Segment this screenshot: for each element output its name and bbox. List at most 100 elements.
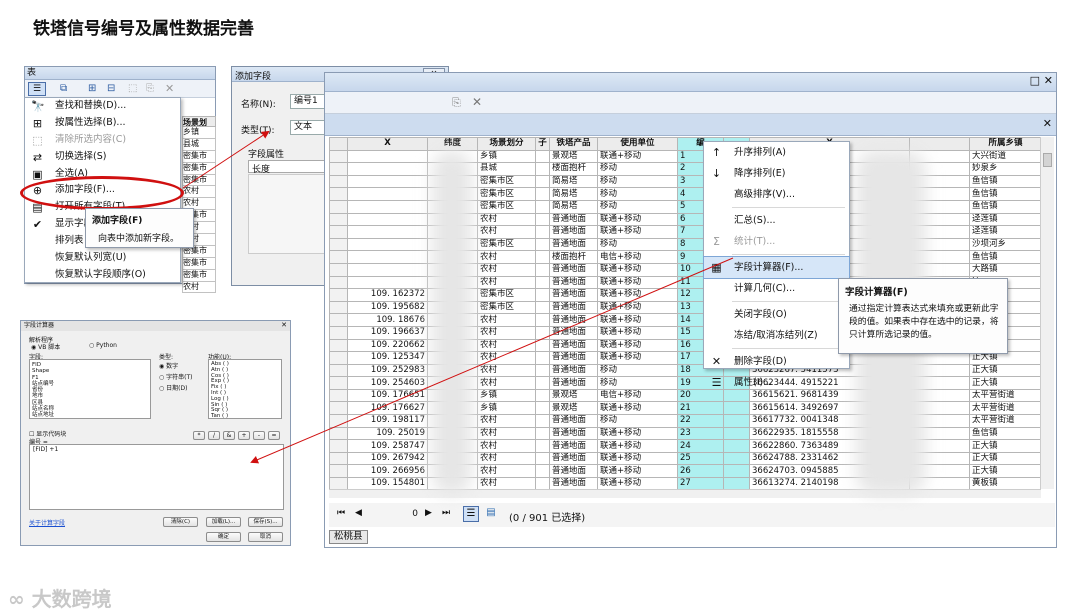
table-cell[interactable]	[329, 187, 348, 201]
table-cell[interactable]: 联通+移动	[597, 451, 678, 466]
table-cell[interactable]: 移动	[597, 174, 678, 189]
menu-item[interactable]: 汇总(S)...	[704, 210, 849, 231]
table-cell[interactable]: 乡镇	[477, 388, 536, 403]
scroll-thumb[interactable]	[1043, 153, 1052, 167]
calc-cancel-button[interactable]: 取消	[248, 532, 283, 542]
table-cell[interactable]: 农村	[477, 225, 536, 239]
table-tab[interactable]: 松桃县	[329, 530, 368, 544]
operator-button[interactable]: /	[208, 431, 220, 440]
vertical-scrollbar[interactable]	[1040, 137, 1054, 489]
table-cell[interactable]: 普通地面	[549, 439, 598, 453]
table-cell[interactable]	[329, 464, 348, 479]
table-cell[interactable]	[723, 477, 750, 489]
next-record-icon[interactable]: ▶	[425, 508, 432, 518]
table-cell[interactable]	[535, 439, 550, 453]
table-cell[interactable]	[535, 149, 550, 164]
table-cell[interactable]: 鱼信镇	[969, 187, 1041, 201]
table-cell[interactable]: 农村	[477, 250, 536, 264]
table-cell[interactable]: 联通+移动	[597, 464, 678, 479]
table-cell[interactable]: 普通地面	[549, 451, 598, 466]
table-cell[interactable]: 农村	[477, 451, 536, 466]
column-header[interactable]: 纬度	[427, 137, 478, 151]
expression-box[interactable]: [FID] +1	[29, 444, 284, 510]
table-cell[interactable]: 普通地面	[549, 477, 598, 489]
table-cell[interactable]: 农村	[477, 414, 536, 428]
table-cell[interactable]: 正大镇	[969, 464, 1041, 479]
table-options-icon[interactable]: ☰	[28, 82, 46, 96]
table-cell[interactable]	[723, 426, 750, 441]
delete-records-icon[interactable]: ✕	[472, 95, 482, 109]
table-cell[interactable]	[535, 338, 550, 353]
table-cell[interactable]: 联通+移动	[597, 300, 678, 315]
last-record-icon[interactable]: ⏭	[442, 508, 450, 518]
table-cell[interactable]	[535, 363, 550, 378]
column-header[interactable]: 铁塔产品	[549, 137, 598, 151]
table-cell[interactable]	[723, 414, 750, 428]
table-cell[interactable]: 109. 252983	[347, 363, 428, 378]
table-cell[interactable]: 联通+移动	[597, 401, 678, 416]
table-cell[interactable]	[329, 325, 348, 340]
table-cell[interactable]	[347, 237, 428, 252]
table-cell[interactable]: 27	[677, 477, 724, 489]
table-cell[interactable]: 正大镇	[969, 451, 1041, 466]
table-cell[interactable]	[723, 451, 750, 466]
column-header[interactable]: X	[347, 137, 428, 151]
table-cell[interactable]: 109. 25019	[347, 426, 428, 441]
table-cell[interactable]: 普通地面	[549, 363, 598, 378]
table-cell[interactable]: 农村	[477, 275, 536, 290]
table-cell[interactable]: 景观塔	[549, 388, 598, 403]
table-cell[interactable]: 普通地面	[549, 237, 598, 252]
table-cell[interactable]: 密集市区	[477, 199, 536, 214]
table-cell[interactable]: 鱼信镇	[969, 426, 1041, 441]
menu-item[interactable]: 冻结/取消冻结列(Z)	[704, 325, 849, 346]
clear-icon[interactable]: ⬚	[128, 83, 137, 94]
switch-icon[interactable]: ⊟	[107, 83, 115, 94]
table-cell[interactable]: 简易塔	[549, 174, 598, 189]
table-cell[interactable]: 黄板镇	[969, 477, 1041, 489]
table-cell[interactable]: 移动	[597, 199, 678, 214]
table-cell[interactable]: 密集市区	[477, 187, 536, 201]
table-cell[interactable]: 联通+移动	[597, 338, 678, 353]
table-cell[interactable]: 正大镇	[969, 363, 1041, 378]
table-cell[interactable]	[329, 401, 348, 416]
table-cell[interactable]: 联通+移动	[597, 426, 678, 441]
table-cell[interactable]: 农村	[477, 351, 536, 365]
table-cell[interactable]: 移动	[597, 376, 678, 390]
table-cell[interactable]: 普通地面	[549, 426, 598, 441]
table-cell[interactable]: 农村	[477, 439, 536, 453]
column-header[interactable]: 所属乡镇	[969, 137, 1041, 151]
table-cell[interactable]: 沙坝河乡	[969, 237, 1041, 252]
table-cell[interactable]: 109. 125347	[347, 351, 428, 365]
table-cell[interactable]	[347, 262, 428, 277]
table-cell[interactable]: 密集市区	[477, 174, 536, 189]
table-cell[interactable]: 109. 18676	[347, 313, 428, 327]
menu-item[interactable]: ☰ 属性(I)...	[704, 372, 849, 393]
table-cell[interactable]	[329, 237, 348, 252]
table-cell[interactable]	[329, 477, 348, 489]
function-list-item[interactable]: Tan ( )	[211, 413, 279, 418]
copy-records-icon[interactable]: ⎘	[452, 96, 461, 110]
menu-item[interactable]: ⇄ 切换选择(S)	[25, 149, 180, 166]
table-cell[interactable]	[329, 149, 348, 164]
table-cell[interactable]: 景观塔	[549, 401, 598, 416]
table-cell[interactable]: 移动	[597, 237, 678, 252]
table-cell[interactable]: 移动	[597, 363, 678, 378]
table-cell[interactable]	[535, 464, 550, 479]
column-header[interactable]	[909, 137, 970, 151]
table-cell[interactable]: 普通地面	[549, 288, 598, 302]
operator-button[interactable]: -	[253, 431, 265, 440]
table-cell[interactable]: 简易塔	[549, 199, 598, 214]
table-cell[interactable]: 太平营街道	[969, 401, 1041, 416]
table-cell[interactable]: 联通+移动	[597, 325, 678, 340]
table-cell[interactable]: 109. 220662	[347, 338, 428, 353]
table-cell[interactable]: 鱼信镇	[969, 199, 1041, 214]
table-cell[interactable]: 大兴街道	[969, 149, 1041, 164]
table-cell[interactable]	[535, 401, 550, 416]
type-radio[interactable]: ○ 字符串(T)	[159, 372, 193, 383]
table-cell[interactable]: 乡镇	[477, 401, 536, 416]
table-cell[interactable]: 电信+移动	[597, 388, 678, 403]
load-button[interactable]: 加载(L)...	[206, 517, 241, 527]
related-tables-icon[interactable]: ⧉	[60, 83, 67, 94]
table-cell[interactable]	[535, 376, 550, 390]
table-cell[interactable]	[535, 275, 550, 290]
